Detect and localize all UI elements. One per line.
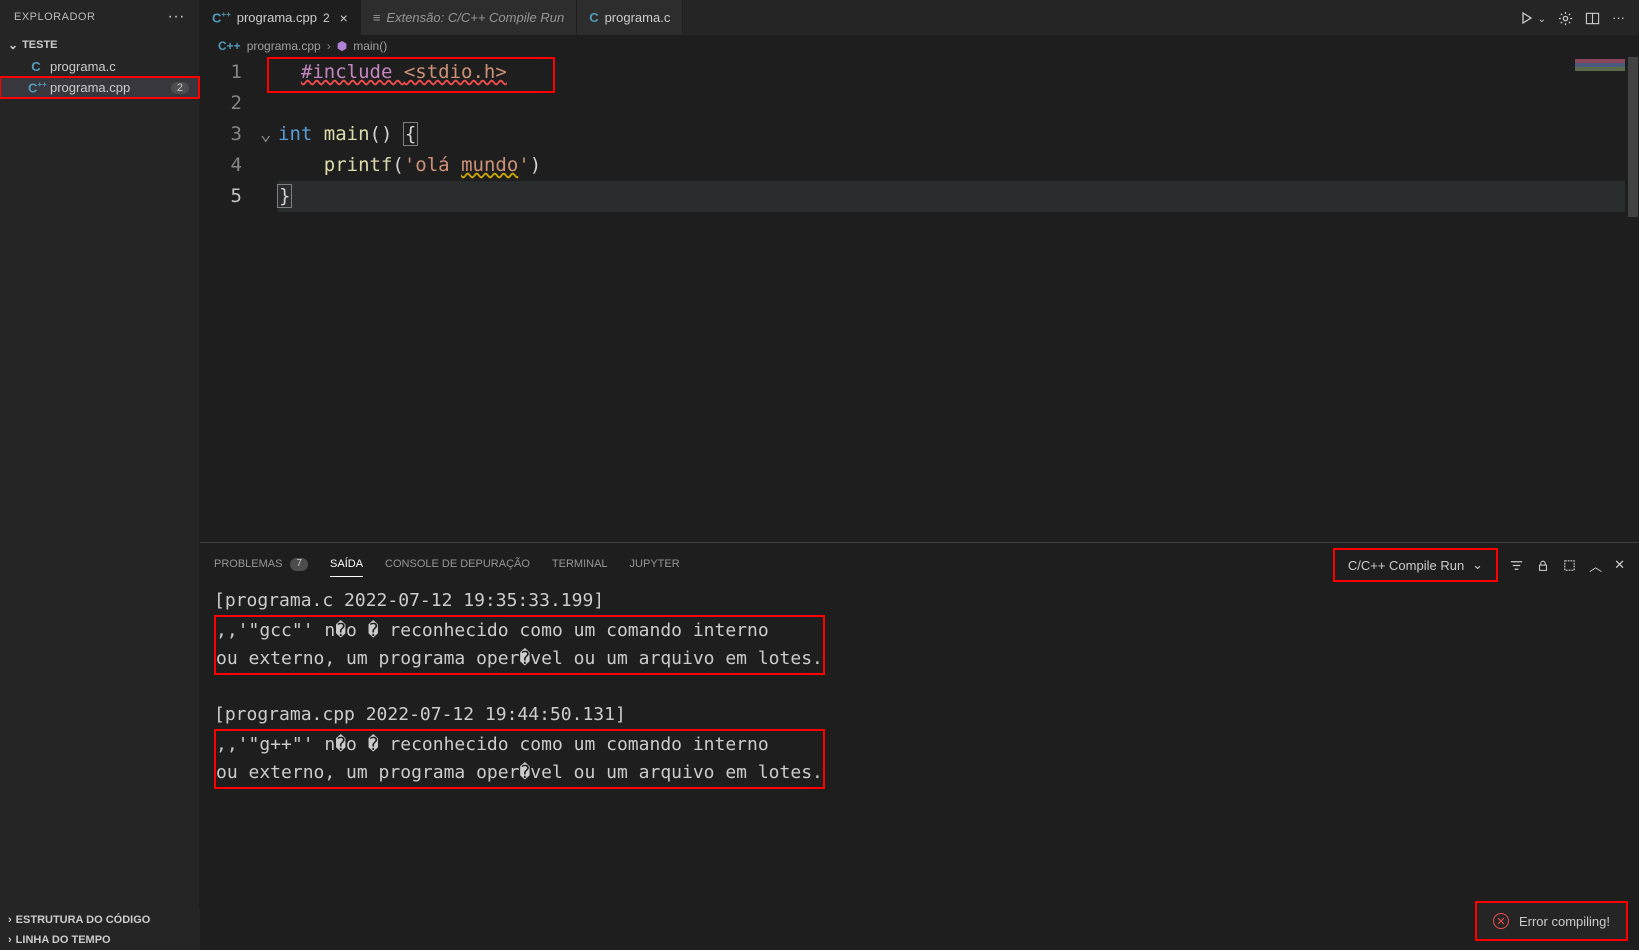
chevron-right-icon: › <box>8 914 12 926</box>
sidebar-explorer: EXPLORADOR ··· ⌄ TESTE Cprograma.c C++ pro… <box>0 0 200 950</box>
code-line[interactable]: int main() { <box>278 119 1639 150</box>
cpp-file-icon: C++ <box>212 10 231 25</box>
close-panel-icon[interactable]: ✕ <box>1614 557 1625 573</box>
line-number[interactable]: 5 <box>200 181 242 212</box>
panel-tab-console-de-depuração[interactable]: CONSOLE DE DEPURAÇÃO <box>385 554 530 577</box>
code-line[interactable] <box>278 88 1639 119</box>
bottom-panel: PROBLEMAS 7 SAÍDA CONSOLE DE DEPURAÇÃO TERMI… <box>200 542 1639 950</box>
sidebar-title: EXPLORADOR <box>14 11 95 23</box>
gear-icon[interactable] <box>1558 9 1573 25</box>
output-timestamp: [programa.c 2022-07-12 19:35:33.199] <box>214 587 1625 615</box>
fold-gutter[interactable] <box>260 150 278 181</box>
error-badge: 2 <box>171 82 189 94</box>
panel-tab-count: 7 <box>290 558 308 571</box>
breadcrumb-file: programa.cpp <box>247 39 321 53</box>
file-item-programa-c[interactable]: Cprograma.c <box>0 56 199 77</box>
section-label: ESTRUTURA DO CÓDIGO <box>16 914 151 926</box>
section-label: TESTE <box>22 39 57 51</box>
code-line[interactable]: } <box>278 181 1639 212</box>
line-number[interactable]: 1 <box>200 57 242 88</box>
file-label: programa.c <box>50 59 116 74</box>
code-line[interactable]: printf('olá mundo') <box>278 150 1639 181</box>
section-estrutura-do-código[interactable]: › ESTRUTURA DO CÓDIGO <box>0 910 200 930</box>
editor-tabs: C++ programa.cpp 2 × ≡ Extensão: C/C++ Compil… <box>200 0 1639 35</box>
panel-tab-label: JUPYTER <box>630 558 680 571</box>
line-number[interactable]: 4 <box>200 150 242 181</box>
toast-message: Error compiling! <box>1519 914 1610 929</box>
tab-programa-c[interactable]: Cprograma.c <box>577 0 683 35</box>
output-body[interactable]: [programa.c 2022-07-12 19:35:33.199],,'"… <box>200 581 1639 950</box>
extension-icon: ≡ <box>373 10 381 25</box>
chevron-right-icon: › <box>8 934 12 946</box>
breadcrumb-sep-icon: › <box>327 39 331 53</box>
chevron-down-icon: ⌄ <box>8 38 18 52</box>
tab-more-icon[interactable]: ··· <box>1612 10 1625 25</box>
section-label: LINHA DO TEMPO <box>16 934 111 946</box>
tab-programa-cpp[interactable]: C++ programa.cpp 2 × <box>200 0 361 35</box>
fold-gutter[interactable] <box>260 181 278 212</box>
error-icon: ✕ <box>1493 913 1509 929</box>
output-message-block: ,,'"g++"' n�o � reconhecido como um coma… <box>214 729 825 789</box>
vertical-scrollbar[interactable] <box>1625 57 1639 542</box>
tab-label: Extensão: C/C++ Compile Run <box>386 10 564 25</box>
cpp-file-icon: C++ <box>28 80 44 95</box>
panel-tab-label: TERMINAL <box>552 558 608 571</box>
panel-tab-saída[interactable]: SAÍDA <box>330 554 363 577</box>
sidebar-more-icon[interactable]: ··· <box>168 8 185 26</box>
output-timestamp: [programa.cpp 2022-07-12 19:44:50.131] <box>214 701 1625 729</box>
output-task-selector[interactable]: C/C++ Compile Run ⌄ <box>1334 549 1497 581</box>
error-toast[interactable]: ✕ Error compiling! <box>1476 902 1627 940</box>
tab-badge: 2 <box>323 11 330 25</box>
code-editor[interactable]: 12345 ⌄ #include <stdio.h> int main() { p… <box>200 57 1639 542</box>
editor-area: C++programa.cpp2×≡Extensão: C/C++ Compil… <box>200 0 1639 950</box>
section-linha-do-tempo[interactable]: › LINHA DO TEMPO <box>0 930 200 950</box>
minimap[interactable] <box>1575 59 1625 71</box>
fold-gutter[interactable]: ⌄ <box>260 119 278 150</box>
chevron-up-icon[interactable]: ︿ <box>1589 556 1602 575</box>
run-button[interactable]: ⌄ <box>1520 10 1546 26</box>
lock-icon[interactable] <box>1536 557 1550 573</box>
code-line[interactable]: #include <stdio.h> <box>278 57 1639 88</box>
symbol-icon: ⬢ <box>337 39 347 53</box>
output-line: ou externo, um programa oper�vel ou um a… <box>216 645 823 673</box>
cpp-file-icon: C++ <box>218 39 241 53</box>
panel-tab-label: PROBLEMAS <box>214 558 282 571</box>
output-line: ,,'"gcc"' n�o � reconhecido como um coma… <box>216 617 823 645</box>
line-number[interactable]: 3 <box>200 119 242 150</box>
file-label: programa.cpp <box>50 80 130 95</box>
filter-icon[interactable] <box>1509 557 1524 573</box>
breadcrumb[interactable]: C++ programa.cpp › ⬢ main() <box>200 35 1639 57</box>
clear-output-icon[interactable] <box>1562 557 1577 573</box>
tab-extens-o-c-c-compile-run[interactable]: ≡ Extensão: C/C++ Compile Run <box>361 0 577 35</box>
scrollbar-thumb[interactable] <box>1628 57 1638 217</box>
output-line: ,,'"g++"' n�o � reconhecido como um coma… <box>216 731 823 759</box>
breadcrumb-symbol: main() <box>353 39 387 53</box>
line-number[interactable]: 2 <box>200 88 242 119</box>
tree-section-teste[interactable]: ⌄ TESTE <box>0 34 199 56</box>
split-editor-icon[interactable] <box>1585 9 1600 25</box>
fold-gutter[interactable] <box>260 88 278 119</box>
tab-label: programa.c <box>605 10 671 25</box>
output-line: ou externo, um programa oper�vel ou um a… <box>216 759 823 787</box>
output-message-block: ,,'"gcc"' n�o � reconhecido como um coma… <box>214 615 825 675</box>
c-file-icon: C <box>28 59 44 74</box>
panel-tab-terminal[interactable]: TERMINAL <box>552 554 608 577</box>
c-file-icon: C <box>589 10 598 25</box>
panel-tab-label: SAÍDA <box>330 558 363 570</box>
chevron-down-icon: ⌄ <box>1472 557 1483 573</box>
panel-tab-jupyter[interactable]: JUPYTER <box>630 554 680 577</box>
fold-gutter[interactable] <box>260 57 278 88</box>
close-tab-icon[interactable]: × <box>340 10 348 26</box>
panel-tab-label: CONSOLE DE DEPURAÇÃO <box>385 558 530 571</box>
fold-chevron-icon[interactable]: ⌄ <box>260 123 271 145</box>
file-item-programa-cpp[interactable]: C++ programa.cpp 2 <box>0 77 199 98</box>
tab-label: programa.cpp <box>237 10 317 25</box>
task-label: C/C++ Compile Run <box>1348 558 1464 573</box>
panel-tab-problemas[interactable]: PROBLEMAS 7 <box>214 554 308 577</box>
